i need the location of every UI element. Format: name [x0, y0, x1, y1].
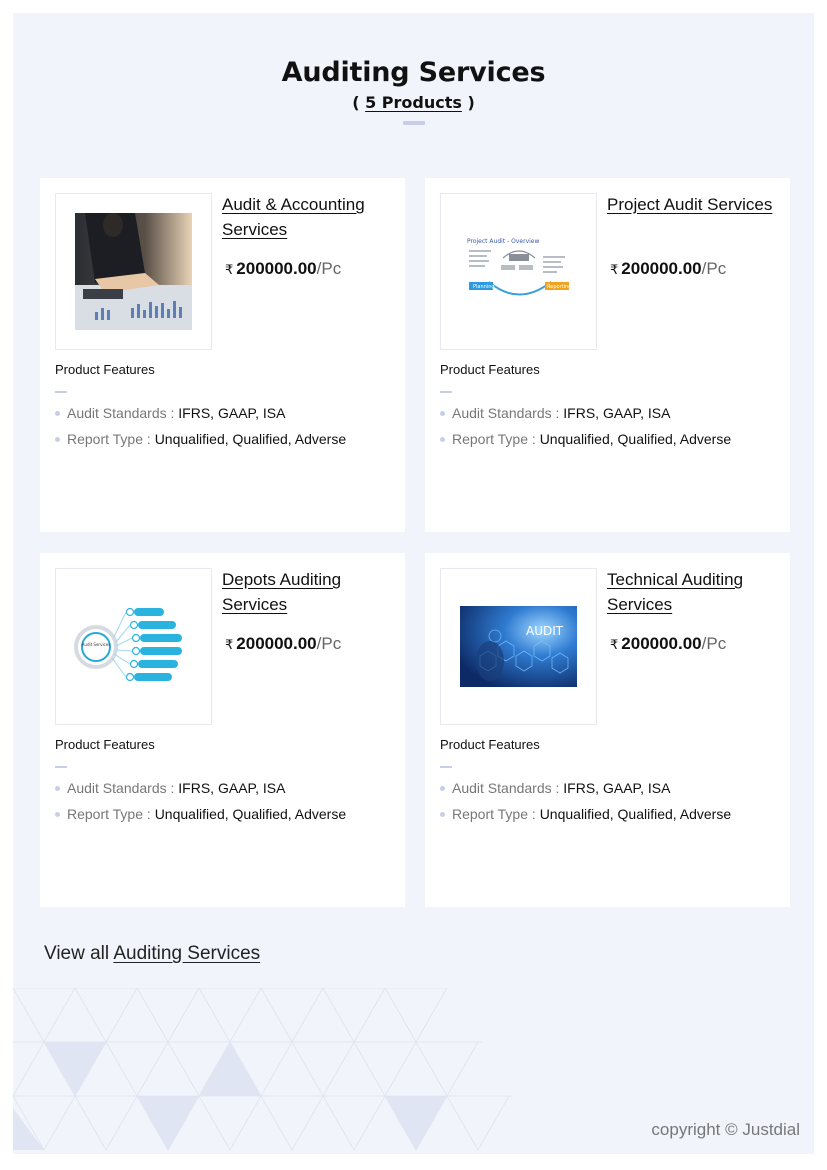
bullet-icon: [55, 811, 60, 817]
copyright-text: copyright © Justdial: [651, 1120, 800, 1139]
rupee-icon: ₹: [225, 262, 234, 277]
price-unit: /Pc: [701, 259, 727, 278]
product-card-technical-auditing[interactable]: AUDIT Technical Auditing Services ₹20000…: [425, 553, 790, 907]
price-unit: /Pc: [316, 634, 342, 653]
page-title: Auditing Services: [281, 57, 546, 88]
product-card-project-audit[interactable]: Project Audit - Overview Planning Report…: [425, 178, 790, 532]
product-price: ₹200000.00/Pc: [610, 634, 726, 654]
bullet-icon: [440, 811, 445, 817]
price-amount: 200000.00: [621, 259, 702, 278]
product-image[interactable]: AUDIT: [440, 568, 597, 725]
product-price: ₹200000.00/Pc: [610, 259, 726, 279]
product-count-link[interactable]: 5 Products: [365, 93, 462, 112]
product-image[interactable]: Project Audit - Overview Planning Report…: [440, 193, 597, 350]
svg-text:Project Audit - Overview: Project Audit - Overview: [467, 238, 539, 245]
features-divider: [440, 766, 452, 768]
product-image[interactable]: Audit Services: [55, 568, 212, 725]
features-label: Product Features: [55, 737, 155, 752]
spec-report-type: Report Type : Unqualified, Qualified, Ad…: [440, 806, 731, 822]
bullet-icon: [55, 410, 60, 416]
product-name-link[interactable]: Audit & Accounting Services: [222, 192, 397, 242]
audit-tech-photo-icon: AUDIT: [460, 606, 577, 687]
section-header: Auditing Services ( 5 Products ): [13, 57, 814, 125]
spec-audit-standards: Audit Standards : IFRS, GAAP, ISA: [440, 780, 670, 796]
price-amount: 200000.00: [621, 634, 702, 653]
product-name-link[interactable]: Technical Auditing Services: [607, 567, 782, 617]
product-name-link[interactable]: Project Audit Services: [607, 192, 782, 217]
view-all-link[interactable]: Auditing Services: [113, 943, 260, 964]
bullet-icon: [440, 410, 445, 416]
features-label: Product Features: [55, 362, 155, 377]
view-all-line: View all Auditing Services: [44, 943, 261, 964]
rupee-icon: ₹: [225, 637, 234, 652]
product-card-audit-accounting[interactable]: Audit & Accounting Services ₹200000.00/P…: [40, 178, 405, 532]
spec-report-type: Report Type : Unqualified, Qualified, Ad…: [55, 806, 346, 822]
spec-audit-standards: Audit Standards : IFRS, GAAP, ISA: [55, 780, 285, 796]
product-count: ( 5 Products ): [352, 93, 475, 112]
title-underline-bar: [402, 121, 425, 125]
product-price: ₹200000.00/Pc: [225, 259, 341, 279]
rupee-icon: ₹: [610, 262, 619, 277]
bullet-icon: [55, 436, 60, 442]
price-amount: 200000.00: [236, 259, 317, 278]
accounting-photo-icon: [75, 213, 192, 330]
features-divider: [55, 391, 67, 393]
product-name-link[interactable]: Depots Auditing Services: [222, 567, 397, 617]
bullet-icon: [440, 436, 445, 442]
product-image[interactable]: [55, 193, 212, 350]
bullet-icon: [55, 785, 60, 791]
spec-audit-standards: Audit Standards : IFRS, GAAP, ISA: [55, 405, 285, 421]
bullet-icon: [440, 785, 445, 791]
project-audit-diagram-icon: Project Audit - Overview Planning Report…: [467, 238, 571, 295]
svg-text:Planning: Planning: [473, 284, 495, 290]
features-divider: [440, 391, 452, 393]
audit-services-infographic-icon: Audit Services: [73, 607, 182, 681]
features-divider: [55, 766, 67, 768]
rupee-icon: ₹: [610, 637, 619, 652]
product-price: ₹200000.00/Pc: [225, 634, 341, 654]
price-unit: /Pc: [701, 634, 727, 653]
features-label: Product Features: [440, 362, 540, 377]
spec-audit-standards: Audit Standards : IFRS, GAAP, ISA: [440, 405, 670, 421]
background-pattern: [13, 988, 513, 1152]
features-label: Product Features: [440, 737, 540, 752]
spec-report-type: Report Type : Unqualified, Qualified, Ad…: [440, 431, 731, 447]
price-unit: /Pc: [316, 259, 342, 278]
svg-text:AUDIT: AUDIT: [526, 624, 564, 638]
svg-text:Reporting: Reporting: [547, 284, 571, 290]
product-card-depots-auditing[interactable]: Audit Services Depots Auditing Services …: [40, 553, 405, 907]
page-container: Auditing Services ( 5 Products ) Audit &…: [13, 13, 814, 1154]
svg-text:Audit Services: Audit Services: [81, 642, 110, 647]
spec-report-type: Report Type : Unqualified, Qualified, Ad…: [55, 431, 346, 447]
price-amount: 200000.00: [236, 634, 317, 653]
